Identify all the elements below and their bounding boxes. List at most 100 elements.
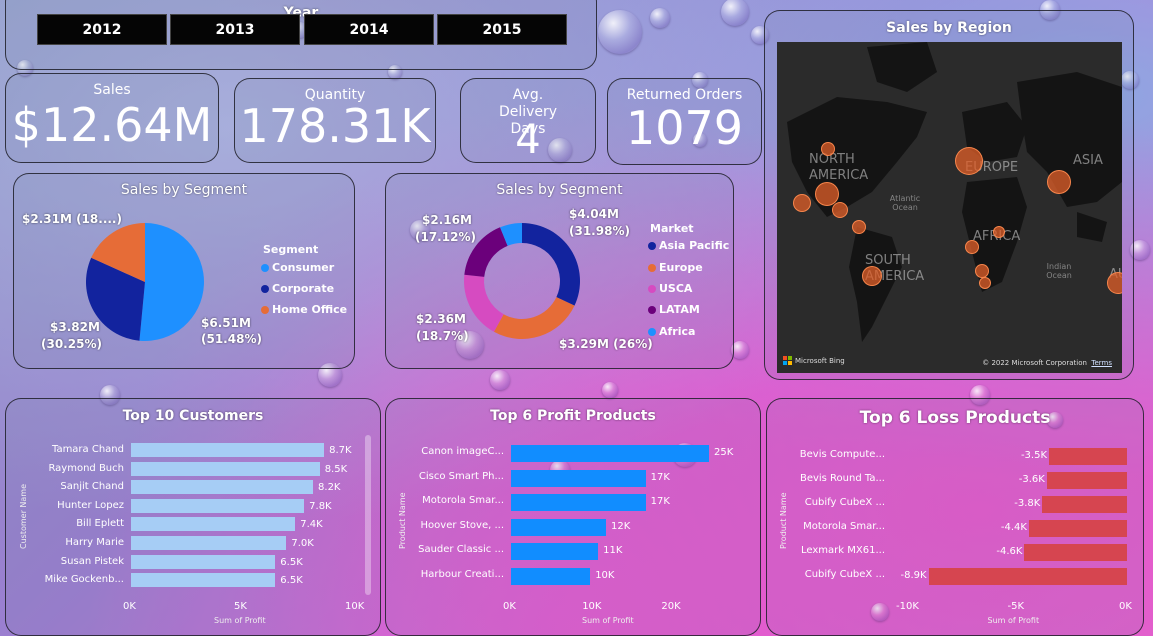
map-bubble-caribbean[interactable] xyxy=(852,220,866,234)
slice-usca[interactable] xyxy=(464,274,504,332)
bar[interactable] xyxy=(928,568,1127,585)
segment-pie-card: Sales by Segment Segment Consumer Corpor… xyxy=(13,173,355,369)
legend-item-latam[interactable]: LATAM xyxy=(648,303,700,316)
microsoft-logo-icon xyxy=(783,356,792,365)
consumer-pct-label: (51.48%) xyxy=(201,332,262,346)
bar[interactable] xyxy=(131,498,305,513)
bar-value-label: 7.4K xyxy=(300,519,323,531)
bar-value-label: -4.4K xyxy=(1000,522,1027,533)
consumer-dot-icon xyxy=(261,263,269,272)
map-bubble-africa-south2[interactable] xyxy=(979,277,991,289)
legend-item-africa[interactable]: Africa xyxy=(648,325,695,338)
bar-value-label: 8.2K xyxy=(318,482,341,494)
legend-item-corporate[interactable]: Corporate xyxy=(261,282,334,295)
bar[interactable] xyxy=(1024,544,1127,561)
bar-category-label: Sanjit Chand xyxy=(60,481,124,493)
x-axis-tick: -5K xyxy=(1007,601,1025,612)
usca-value-label: $2.36M xyxy=(416,312,466,326)
bar[interactable] xyxy=(131,443,325,457)
bar[interactable] xyxy=(511,518,607,536)
map-bubble-canada[interactable] xyxy=(821,142,835,156)
bar-category-label: Raymond Buch xyxy=(48,462,124,474)
x-axis-tick: 0K xyxy=(503,601,516,612)
bar-category-label: Mike Gockenb... xyxy=(44,574,124,586)
asia-value-label: $4.04M xyxy=(569,207,619,221)
map-bubble-north-america-west[interactable] xyxy=(793,194,811,212)
water-drop xyxy=(721,0,749,26)
map-bubble-asia[interactable] xyxy=(1047,170,1071,194)
bar-value-label: -4.6K xyxy=(996,546,1023,557)
bar[interactable] xyxy=(131,536,287,550)
x-axis-tick: 5K xyxy=(234,601,247,612)
returns-kpi-card: Returned Orders 1079 xyxy=(607,78,762,165)
map-label-north-america: NORTH AMERICA xyxy=(809,152,869,183)
asia-pct-label: (31.98%) xyxy=(569,224,630,238)
region-map[interactable]: NORTH AMERICA EUROPE ASIA AFRICA SOUTH A… xyxy=(777,42,1122,373)
x-axis-tick: 10K xyxy=(582,601,602,612)
y-axis-title: Product Name xyxy=(779,492,788,549)
usca-pct-label: (18.7%) xyxy=(416,329,469,343)
map-bubble-south-america[interactable] xyxy=(862,266,882,286)
bar[interactable] xyxy=(1048,448,1127,465)
bar[interactable] xyxy=(511,567,591,585)
slice-consumer[interactable] xyxy=(139,223,205,341)
slice-europe[interactable] xyxy=(493,297,575,339)
map-bubble-africa-east[interactable] xyxy=(993,226,1005,238)
water-drop xyxy=(490,370,510,390)
map-terms-link[interactable]: Terms xyxy=(1091,359,1112,367)
bar[interactable] xyxy=(131,517,296,532)
world-land-shapes xyxy=(787,42,1122,342)
year-button-2012[interactable]: 2012 xyxy=(37,14,167,45)
legend-item-usca[interactable]: USCA xyxy=(648,282,692,295)
returns-kpi-value: 1079 xyxy=(625,101,744,155)
latam-dot-icon xyxy=(648,305,656,314)
segment-legend-title: Segment xyxy=(263,243,319,256)
bar[interactable] xyxy=(131,554,276,569)
customers-scrollbar[interactable] xyxy=(365,435,371,595)
map-bubble-africa-central[interactable] xyxy=(965,240,979,254)
year-button-2015[interactable]: 2015 xyxy=(437,14,567,45)
map-bubble-north-america-east[interactable] xyxy=(832,202,848,218)
bar[interactable] xyxy=(511,543,599,560)
x-axis-tick: -10K xyxy=(896,601,919,612)
map-bubble-europe[interactable] xyxy=(955,147,983,175)
bar-category-label: Cisco Smart Ph... xyxy=(418,470,504,482)
bar-category-label: Bevis Compute... xyxy=(799,449,885,460)
legend-item-home-office[interactable]: Home Office xyxy=(261,303,347,316)
bar[interactable] xyxy=(1042,496,1127,513)
year-button-2014[interactable]: 2014 xyxy=(304,14,434,45)
map-copyright: © 2022 Microsoft Corporation Terms xyxy=(982,359,1112,367)
top-loss-products-card: Top 6 Loss Products Bevis Compute... -3.5… xyxy=(766,398,1144,636)
legend-item-asia-pacific[interactable]: Asia Pacific xyxy=(648,239,729,252)
latam-value-label: $2.16M xyxy=(422,213,472,227)
bar[interactable] xyxy=(511,494,646,511)
bar-value-label: 6.5K xyxy=(280,575,303,587)
legend-item-europe[interactable]: Europe xyxy=(648,261,703,274)
bar-category-label: Hunter Lopez xyxy=(57,499,124,511)
y-axis-title: Product Name xyxy=(398,492,407,549)
top-profit-products-title: Top 6 Profit Products xyxy=(490,408,656,424)
bar-category-label: Lexmark MX61... xyxy=(801,545,885,556)
bar-value-label: 8.5K xyxy=(324,463,348,475)
bar[interactable] xyxy=(1028,520,1127,537)
asia-pacific-dot-icon xyxy=(648,241,656,250)
bar[interactable] xyxy=(511,445,709,462)
market-donut-card: Sales by Segment Market Asia Pacific Eur… xyxy=(385,173,734,369)
bar[interactable] xyxy=(131,461,320,476)
bar[interactable] xyxy=(1046,472,1127,489)
bar-value-label: -3.5K xyxy=(1020,450,1048,461)
x-axis-title: Sum of Profit xyxy=(582,616,634,625)
bar[interactable] xyxy=(131,480,314,495)
bar-value-label: -8.9K xyxy=(900,570,927,581)
bar-value-label: 7.0K xyxy=(291,538,314,549)
map-bubble-australia[interactable] xyxy=(1107,272,1122,294)
map-bubble-africa-south[interactable] xyxy=(975,264,989,278)
year-button-2013[interactable]: 2013 xyxy=(170,14,300,45)
water-drop xyxy=(650,8,670,28)
bar[interactable] xyxy=(511,469,646,487)
bar[interactable] xyxy=(131,573,276,588)
legend-item-consumer[interactable]: Consumer xyxy=(261,261,334,274)
bar-category-label: Harbour Creati... xyxy=(420,568,504,580)
bar-category-label: Bill Eplett xyxy=(76,518,124,530)
top-customers-title: Top 10 Customers xyxy=(122,408,264,424)
